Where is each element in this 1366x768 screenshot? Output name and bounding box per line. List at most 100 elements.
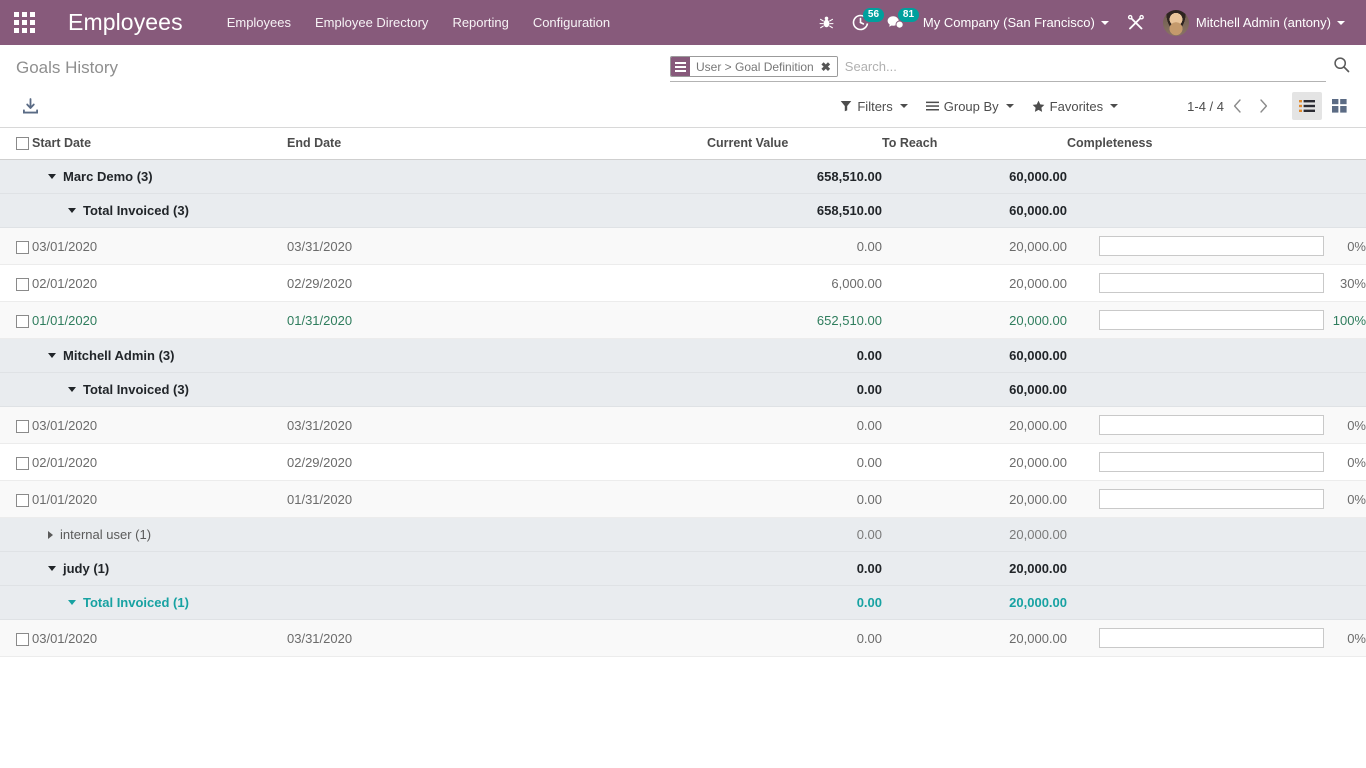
- group-spacer: [0, 338, 32, 374]
- row-select-cell[interactable]: [0, 264, 32, 303]
- search-input[interactable]: [840, 57, 1326, 76]
- row-select-cell[interactable]: [0, 406, 32, 445]
- table-row[interactable]: 03/01/2020 03/31/2020 0.00 20,000.00 0%: [0, 406, 1366, 445]
- group-toggle[interactable]: Total Invoiced (3): [32, 203, 707, 218]
- progress-percent-label: 0%: [1347, 238, 1366, 254]
- group-toggle[interactable]: Total Invoiced (3): [32, 382, 707, 397]
- group-row[interactable]: Total Invoiced (3) 0.00 60,000.00: [0, 372, 1366, 408]
- search-facet-groupby[interactable]: User > Goal Definition ✖: [670, 56, 838, 77]
- cell-start-date: 03/01/2020: [32, 406, 287, 445]
- control-panel-bottom: Filters Group By Favorites 1-4 / 4: [0, 85, 1366, 127]
- cell-current-value: 0.00: [707, 480, 882, 519]
- row-select-cell[interactable]: [0, 480, 32, 519]
- column-header-current-value[interactable]: Current Value: [707, 128, 882, 161]
- close-icon[interactable]: ✖: [818, 57, 837, 76]
- group-to-reach: 60,000.00: [882, 159, 1067, 195]
- group-toggle[interactable]: judy (1): [32, 561, 707, 576]
- breadcrumb[interactable]: Goals History: [0, 45, 118, 78]
- search-button[interactable]: [1326, 54, 1356, 73]
- group-row[interactable]: Total Invoiced (1) 0.00 20,000.00: [0, 585, 1366, 621]
- group-row[interactable]: Marc Demo (3) 658,510.00 60,000.00: [0, 159, 1366, 195]
- user-menu-button[interactable]: Mitchell Admin (antony): [1154, 0, 1354, 45]
- row-checkbox[interactable]: [16, 632, 29, 646]
- group-toggle[interactable]: internal user (1): [32, 527, 707, 542]
- list-view-button[interactable]: [1292, 92, 1322, 120]
- goals-history-list: Start Date End Date Current Value To Rea…: [0, 128, 1366, 658]
- column-header-completeness[interactable]: Completeness: [1067, 128, 1366, 161]
- activities-menu-button[interactable]: 56: [843, 0, 885, 45]
- chevron-right-icon: [48, 530, 53, 539]
- group-completeness: [1067, 193, 1366, 229]
- row-checkbox[interactable]: [16, 277, 29, 291]
- row-checkbox[interactable]: [16, 493, 29, 507]
- cell-end-date: 03/31/2020: [287, 406, 707, 445]
- group-completeness: [1067, 585, 1366, 621]
- row-select-cell[interactable]: [0, 301, 32, 340]
- cell-current-value: 0.00: [707, 227, 882, 266]
- group-row[interactable]: Total Invoiced (3) 658,510.00 60,000.00: [0, 193, 1366, 229]
- group-current-value: 0.00: [707, 551, 882, 587]
- debug-menu-button[interactable]: [810, 0, 843, 45]
- cell-to-reach: 20,000.00: [882, 406, 1067, 445]
- menu-item-employee-directory[interactable]: Employee Directory: [303, 0, 440, 45]
- export-button[interactable]: [16, 94, 45, 119]
- row-checkbox[interactable]: [16, 240, 29, 254]
- row-select-cell[interactable]: [0, 619, 32, 658]
- filters-dropdown-button[interactable]: Filters: [831, 94, 916, 119]
- group-to-reach: 60,000.00: [882, 193, 1067, 229]
- row-checkbox[interactable]: [16, 314, 29, 328]
- table-row[interactable]: 02/01/2020 02/29/2020 0.00 20,000.00 0%: [0, 443, 1366, 482]
- group-current-value: 0.00: [707, 517, 882, 553]
- chevron-down-icon: [1337, 20, 1345, 25]
- select-all-checkbox[interactable]: [16, 137, 29, 151]
- column-header-end-date[interactable]: End Date: [287, 128, 707, 161]
- table-row[interactable]: 02/01/2020 02/29/2020 6,000.00 20,000.00 30%: [0, 264, 1366, 303]
- chevron-down-icon: [68, 208, 76, 214]
- group-header-cell[interactable]: Total Invoiced (3): [32, 372, 707, 408]
- group-header-cell[interactable]: internal user (1): [32, 517, 707, 553]
- cell-completeness: 0%: [1067, 406, 1366, 445]
- group-toggle[interactable]: Total Invoiced (1): [32, 595, 707, 610]
- table-row[interactable]: 01/01/2020 01/31/2020 652,510.00 20,000.00 1…: [0, 301, 1366, 340]
- table-row[interactable]: 01/01/2020 01/31/2020 0.00 20,000.00 0%: [0, 480, 1366, 519]
- table-row[interactable]: 03/01/2020 03/31/2020 0.00 20,000.00 0%: [0, 227, 1366, 266]
- group-header-cell[interactable]: Mitchell Admin (3): [32, 338, 707, 374]
- menu-item-reporting[interactable]: Reporting: [440, 0, 520, 45]
- group-completeness: [1067, 159, 1366, 195]
- app-brand-title[interactable]: Employees: [48, 9, 193, 36]
- column-header-to-reach[interactable]: To Reach: [882, 128, 1067, 161]
- row-select-cell[interactable]: [0, 443, 32, 482]
- pager-next-button[interactable]: [1250, 93, 1276, 119]
- column-header-start-date[interactable]: Start Date: [32, 128, 287, 161]
- row-select-cell[interactable]: [0, 227, 32, 266]
- apps-menu-button[interactable]: [0, 0, 48, 45]
- group-toggle[interactable]: Mitchell Admin (3): [32, 348, 707, 363]
- group-header-cell[interactable]: Total Invoiced (1): [32, 585, 707, 621]
- developer-tools-button[interactable]: [1118, 0, 1154, 45]
- table-row[interactable]: 03/01/2020 03/31/2020 0.00 20,000.00 0%: [0, 619, 1366, 658]
- row-checkbox[interactable]: [16, 419, 29, 433]
- group-header-cell[interactable]: Marc Demo (3): [32, 159, 707, 195]
- star-icon: [1032, 100, 1045, 112]
- menu-item-configuration[interactable]: Configuration: [521, 0, 622, 45]
- group-row[interactable]: Mitchell Admin (3) 0.00 60,000.00: [0, 338, 1366, 374]
- company-switcher-button[interactable]: My Company (San Francisco): [914, 0, 1118, 45]
- group-header-cell[interactable]: Total Invoiced (3): [32, 193, 707, 229]
- group-row[interactable]: internal user (1) 0.00 20,000.00: [0, 517, 1366, 553]
- pager-previous-button[interactable]: [1224, 93, 1250, 119]
- group-row[interactable]: judy (1) 0.00 20,000.00: [0, 551, 1366, 587]
- group-toggle[interactable]: Marc Demo (3): [32, 169, 707, 184]
- search-view[interactable]: User > Goal Definition ✖: [670, 54, 1326, 82]
- group-current-value: 658,510.00: [707, 159, 882, 195]
- favorites-dropdown-button[interactable]: Favorites: [1023, 94, 1127, 119]
- kanban-view-button[interactable]: [1324, 92, 1354, 120]
- group-header-cell[interactable]: judy (1): [32, 551, 707, 587]
- messages-menu-button[interactable]: 81: [878, 0, 920, 45]
- row-checkbox[interactable]: [16, 456, 29, 470]
- cell-start-date: 02/01/2020: [32, 264, 287, 303]
- group-to-reach: 60,000.00: [882, 372, 1067, 408]
- chevron-down-icon: [48, 353, 56, 359]
- groupby-dropdown-button[interactable]: Group By: [917, 94, 1023, 119]
- progress-percent-label: 30%: [1339, 275, 1366, 291]
- menu-item-employees[interactable]: Employees: [215, 0, 303, 45]
